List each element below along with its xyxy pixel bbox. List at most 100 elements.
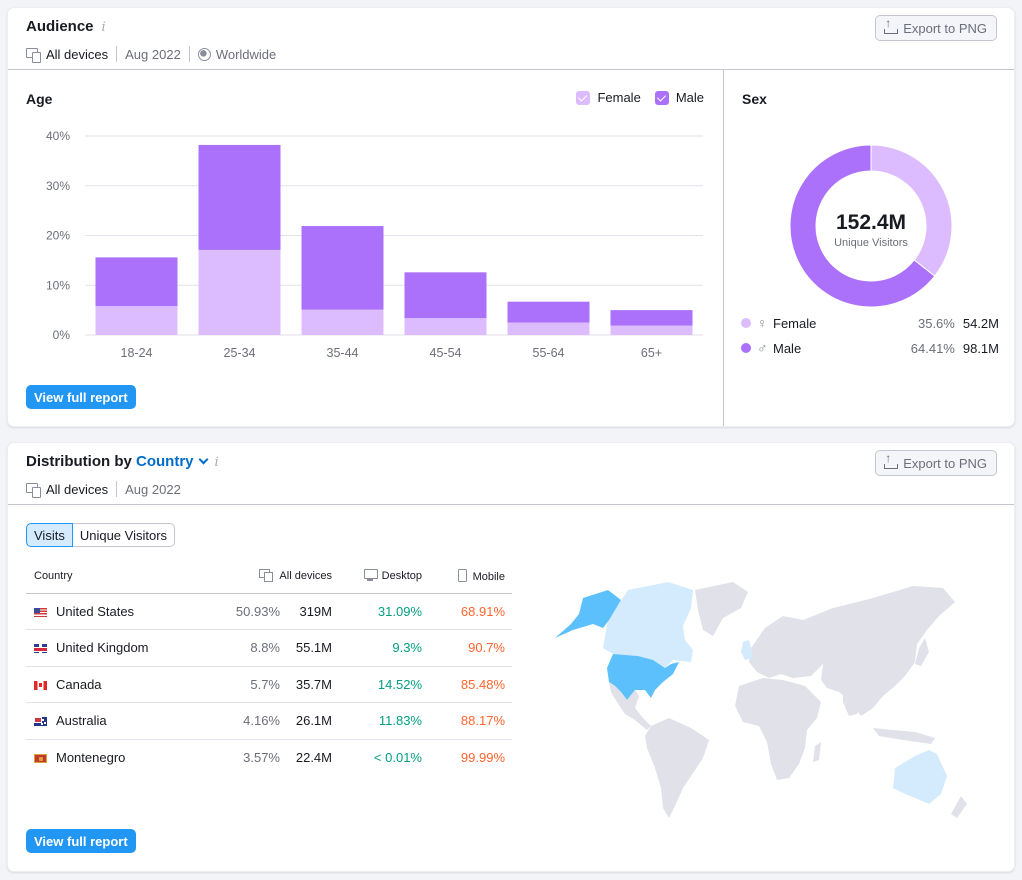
col-all-devices-label: All devices: [279, 570, 332, 583]
table-row[interactable]: Australia 4.16% 26.1M 11.83% 88.17%: [26, 702, 512, 740]
map-indonesia: [873, 728, 935, 744]
female-dot: [741, 318, 751, 328]
mobile-share: 99.99%: [460, 750, 505, 765]
globe-icon: [197, 47, 211, 61]
info-icon[interactable]: i: [215, 455, 219, 470]
table-row[interactable]: Montenegro 3.57% 22.4M < 0.01% 99.99%: [26, 739, 512, 776]
visits-value: 35.7M: [280, 666, 332, 703]
vertical-divider: [723, 70, 724, 426]
map-madagascar: [813, 742, 821, 762]
bar-female-45-54[interactable]: [404, 318, 487, 335]
col-desktop: Desktop: [332, 559, 422, 594]
bar-male-65+[interactable]: [610, 310, 693, 326]
country-name: Montenegro: [56, 750, 126, 765]
traffic-share: 4.16%: [220, 702, 280, 740]
x-tick-label: 45-54: [430, 346, 462, 360]
y-tick-label: 10%: [46, 278, 70, 292]
checkbox-female[interactable]: [576, 90, 591, 105]
sex-title: Sex: [742, 91, 767, 107]
traffic-share: 8.8%: [220, 629, 280, 667]
country-cell[interactable]: Montenegro: [26, 739, 220, 776]
age-legend: Female Male: [562, 90, 704, 105]
divider: [188, 46, 190, 62]
traffic-share: 5.7%: [220, 666, 280, 703]
checkbox-male[interactable]: [654, 90, 669, 105]
bar-female-65+[interactable]: [610, 325, 693, 335]
country-cell[interactable]: Canada: [26, 666, 220, 703]
mobile-icon: [457, 568, 467, 582]
bar-male-18-24[interactable]: [95, 257, 178, 307]
tab-unique-visitors[interactable]: Unique Visitors: [72, 523, 176, 547]
y-tick-label: 0%: [53, 328, 71, 342]
mobile-share: 85.48%: [422, 666, 512, 703]
period-label: Aug 2022: [125, 481, 181, 497]
x-tick-label: 65+: [641, 346, 662, 360]
distribution-card: Distribution by Country i All devices Aug…: [7, 442, 1015, 872]
age-title: Age: [26, 91, 53, 107]
period-label: Aug 2022: [125, 46, 181, 62]
donut-total-label: Unique Visitors: [834, 237, 908, 249]
country-cell[interactable]: United States: [26, 593, 220, 630]
visits-value: 26.1M: [280, 702, 332, 740]
sex-row-female: ♀ Female 35.6% 54.2M: [741, 313, 999, 333]
legend-male-label: Male: [675, 90, 704, 105]
bar-female-18-24[interactable]: [95, 306, 178, 335]
divider: [116, 481, 118, 497]
country-name: United Kingdom: [56, 640, 149, 656]
female-icon: ♀: [757, 315, 768, 331]
country-dropdown-label: Country: [136, 453, 194, 470]
desktop-share: 31.09%: [332, 593, 422, 630]
bar-female-25-34[interactable]: [198, 249, 281, 335]
y-tick-label: 30%: [46, 179, 70, 193]
audience-header: Audience i All devices Aug 2022 Worldwide…: [8, 8, 1014, 70]
male-value: 98.1M: [962, 340, 999, 356]
country-cell[interactable]: United Kingdom: [26, 629, 220, 667]
x-tick-label: 35-44: [327, 346, 359, 360]
export-label: Export to PNG: [903, 20, 987, 36]
col-desktop-label: Desktop: [381, 570, 422, 583]
map-australia[interactable]: [893, 750, 947, 804]
traffic-share: 50.93%: [220, 593, 280, 630]
visits-value: 22.4M: [295, 750, 332, 765]
table-header-row: Country All devices Desktop Mobile: [26, 559, 512, 594]
bar-female-55-64[interactable]: [507, 322, 590, 335]
flag-me-icon: [34, 754, 47, 763]
x-tick-label: 18-24: [121, 346, 153, 360]
devices-label[interactable]: All devices: [46, 482, 108, 497]
country-dropdown[interactable]: Country: [136, 453, 208, 470]
devices-icon: [26, 47, 41, 63]
desktop-share: 9.3%: [332, 629, 422, 667]
flag-au-icon: [34, 717, 47, 727]
country-name: Canada: [56, 676, 102, 692]
desktop-share: < 0.01%: [373, 750, 422, 765]
devices-label[interactable]: All devices: [46, 47, 108, 62]
bar-male-45-54[interactable]: [404, 272, 487, 319]
visits-value: 319M: [280, 593, 332, 630]
female-label: Female: [773, 315, 817, 331]
flag-ca-icon: [34, 680, 47, 690]
map-south-america: [645, 718, 709, 818]
export-png-button[interactable]: Export to PNG: [875, 450, 997, 476]
info-icon[interactable]: i: [102, 20, 106, 35]
distribution-title: Distribution by Country i: [26, 453, 219, 470]
table-row[interactable]: Canada 5.7% 35.7M 14.52% 85.48%: [26, 666, 512, 703]
bar-male-25-34[interactable]: [198, 144, 281, 250]
view-full-report-button[interactable]: View full report: [26, 385, 136, 409]
legend-female[interactable]: Female: [576, 90, 641, 105]
tab-visits[interactable]: Visits: [26, 523, 73, 547]
export-png-button[interactable]: Export to PNG: [875, 15, 997, 41]
map-united-kingdom[interactable]: [741, 640, 753, 660]
table-row[interactable]: United Kingdom 8.8% 55.1M 9.3% 90.7%: [26, 629, 512, 667]
view-full-report-button[interactable]: View full report: [26, 829, 136, 853]
x-tick-label: 25-34: [224, 346, 256, 360]
bar-male-35-44[interactable]: [301, 226, 384, 310]
flag-us-icon: [34, 607, 47, 617]
bar-male-55-64[interactable]: [507, 301, 590, 323]
sex-donut-chart: 152.4M Unique Visitors: [789, 144, 953, 308]
bar-female-35-44[interactable]: [301, 309, 384, 335]
country-cell[interactable]: Australia: [26, 702, 220, 740]
table-row[interactable]: United States 50.93% 319M 31.09% 68.91%: [26, 593, 512, 630]
audience-title-text: Audience: [26, 18, 94, 35]
legend-male[interactable]: Male: [654, 90, 704, 105]
distribution-meta: All devices Aug 2022: [26, 481, 181, 498]
